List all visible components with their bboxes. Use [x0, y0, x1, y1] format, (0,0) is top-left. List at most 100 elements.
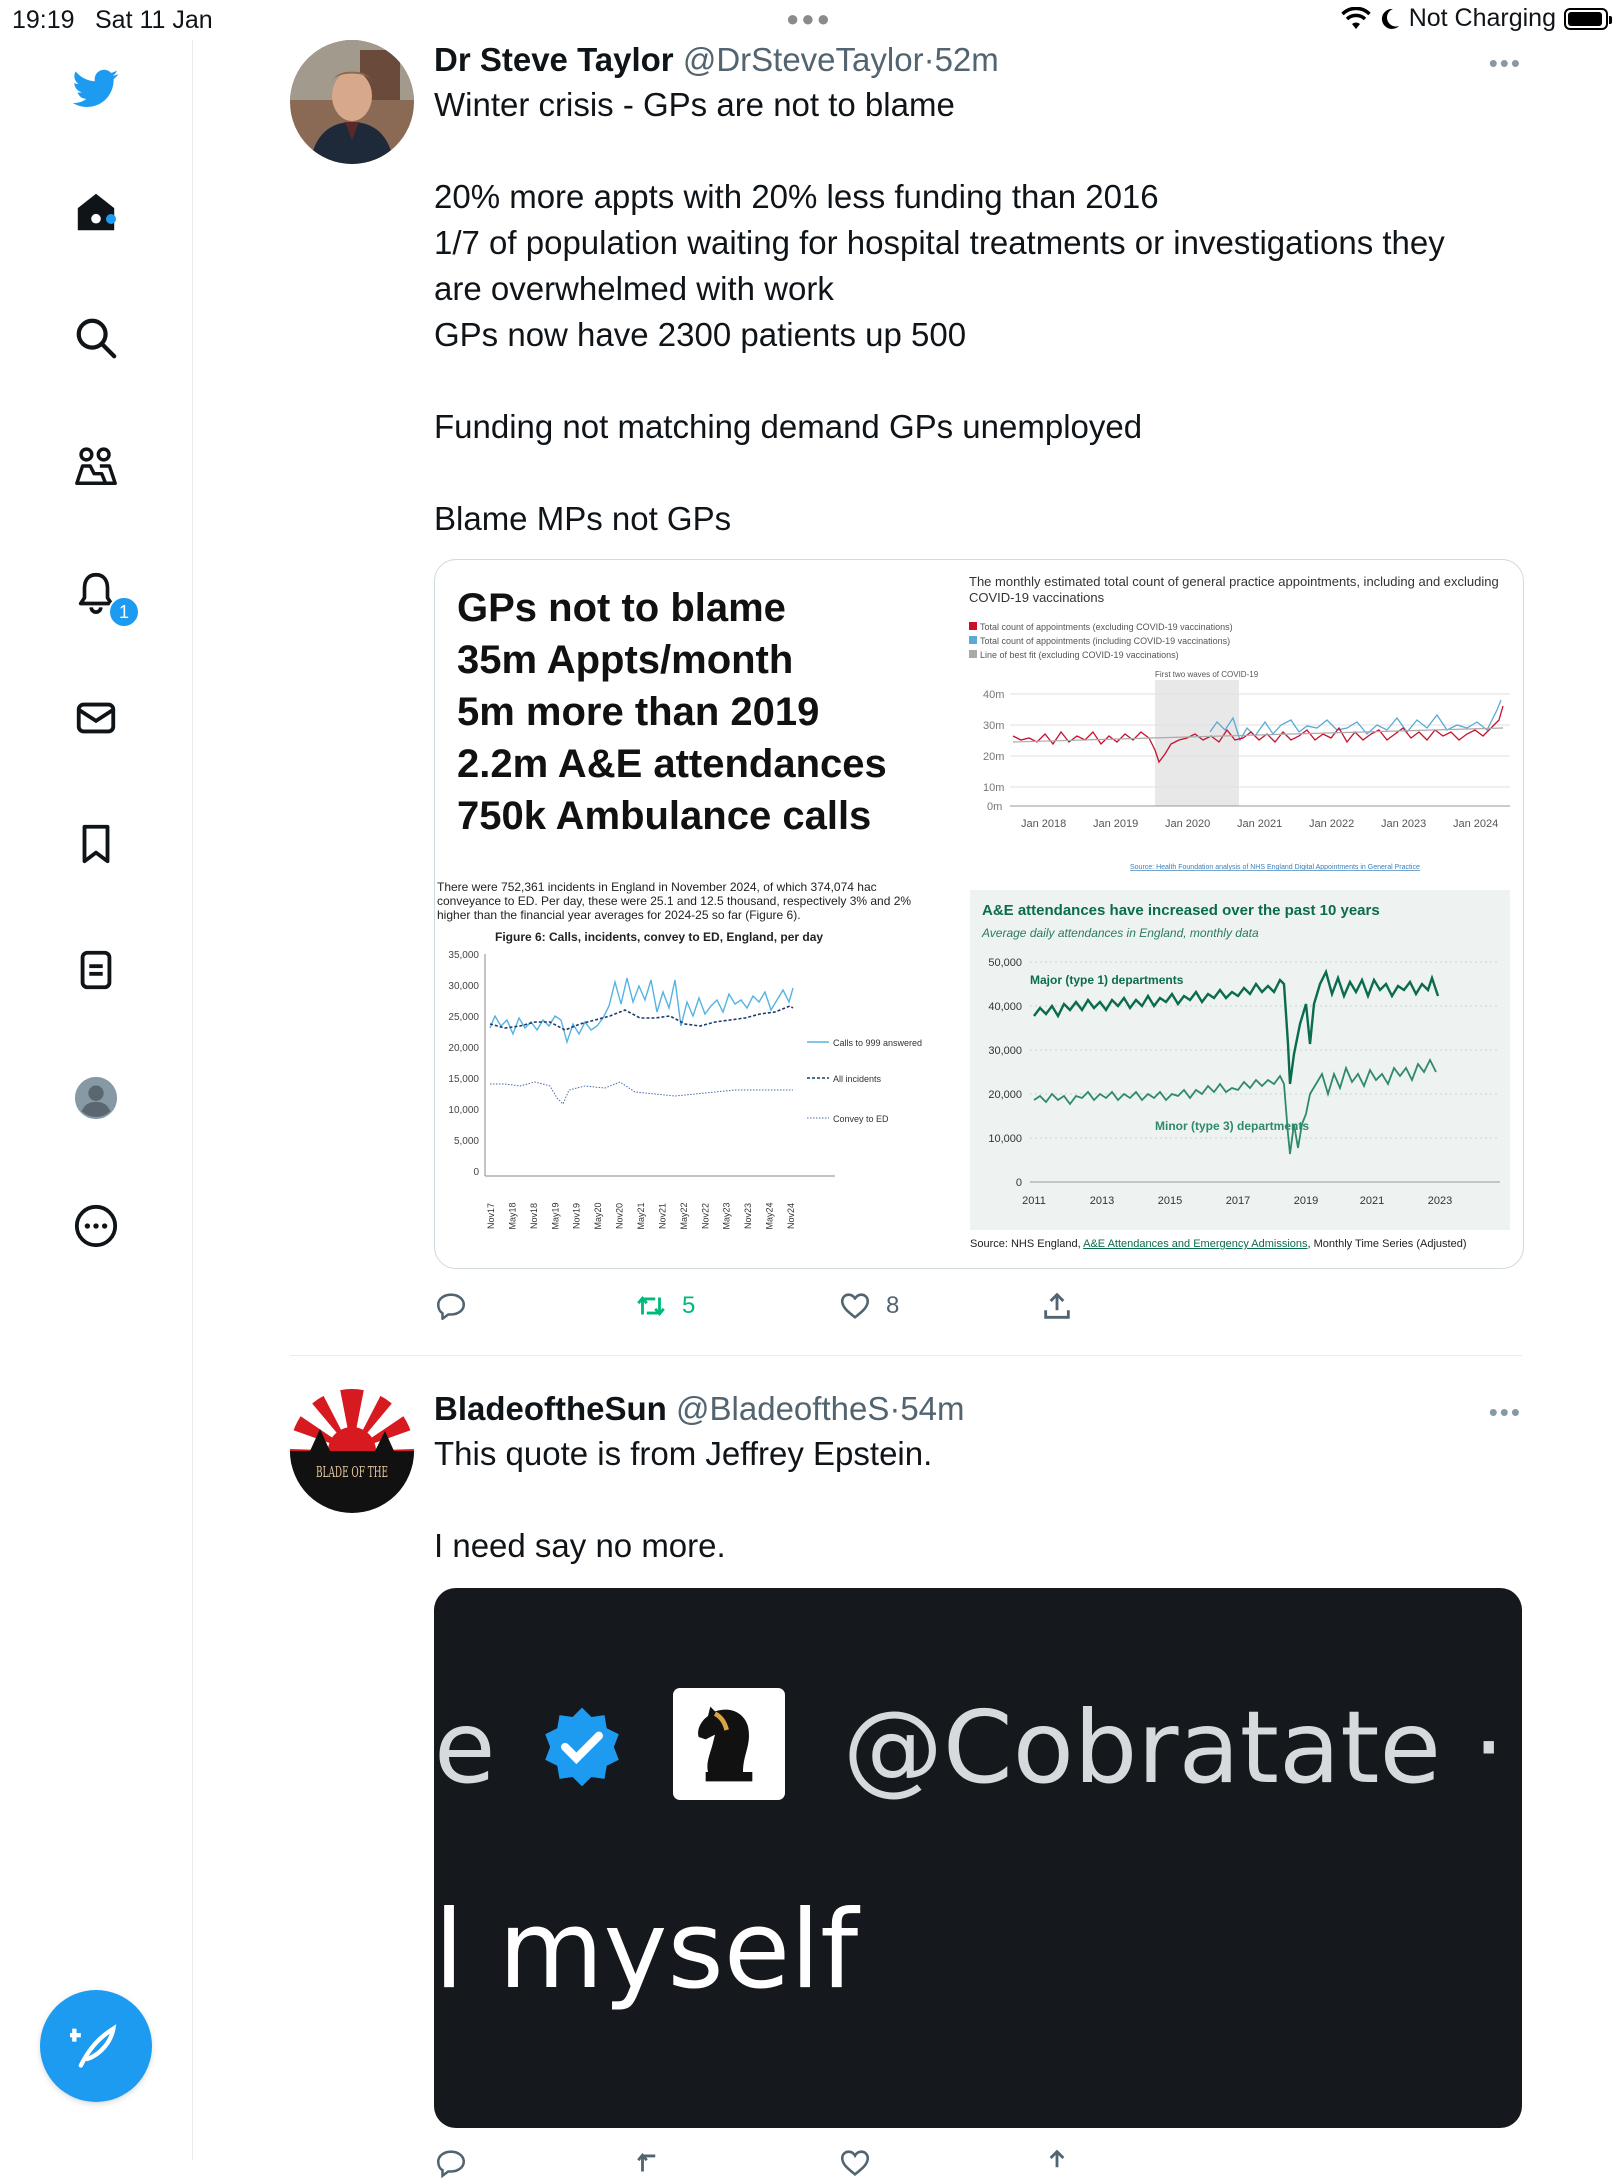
x-tick: Jan 2019 [1093, 818, 1138, 830]
x-tick: May20 [593, 1202, 603, 1229]
search-icon[interactable] [70, 312, 122, 364]
legend-label: Calls to 999 answered [833, 1038, 922, 1048]
x-tick: Nov23 [743, 1203, 753, 1229]
x-tick: 2023 [1428, 1195, 1452, 1207]
x-tick: 2013 [1090, 1195, 1114, 1207]
ambulance-calls-chart: There were 752,361 incidents in England … [435, 880, 945, 1268]
home-new-indicator [106, 214, 116, 224]
battery-icon [1564, 7, 1612, 30]
headline-line: 5m more than 2019 [457, 690, 820, 734]
messages-icon[interactable] [70, 692, 122, 744]
x-tick: Jan 2021 [1237, 818, 1282, 830]
display-name[interactable]: BladeoftheSun [434, 1390, 667, 1427]
like-button[interactable]: 8 [838, 1289, 899, 1323]
profile-icon[interactable] [70, 1072, 122, 1124]
heart-icon [840, 1293, 870, 1319]
avatar-text: BLADE OF THE [316, 1463, 388, 1481]
like-button[interactable] [838, 2146, 872, 2180]
reply-button[interactable] [434, 1289, 482, 1323]
legend-item: Total count of appointments (excluding C… [969, 620, 1233, 634]
chart-subtitle: Average daily attendances in England, mo… [982, 926, 1259, 940]
x-tick: May22 [679, 1202, 689, 1229]
x-tick: Jan 2018 [1021, 818, 1066, 830]
quoted-text: l myself [434, 1888, 859, 2013]
tweet-media-image[interactable]: GPs not to blame 35m Appts/month 5m more… [434, 559, 1524, 1269]
bookmarks-icon[interactable] [70, 818, 122, 870]
reply-icon [436, 2150, 466, 2179]
chart-legend: Total count of appointments (excluding C… [969, 620, 1233, 662]
tweet-body: BladeoftheSun @BladeoftheS·54m ••• This … [434, 1389, 1522, 1569]
share-button[interactable] [1040, 2146, 1074, 2180]
x-tick: Jan 2024 [1453, 818, 1498, 830]
handle[interactable]: @BladeoftheS [676, 1390, 889, 1427]
y-tick: 0 [473, 1167, 479, 1178]
headline-line: 35m Appts/month [457, 638, 794, 682]
chart-source: Source: NHS England, A&E Attendances and… [970, 1238, 1466, 1250]
y-tick: 20,000 [448, 1043, 479, 1054]
retweet-count: 5 [682, 1292, 696, 1319]
retweet-button[interactable]: 5 [634, 1289, 695, 1323]
tweet-line [434, 450, 1522, 496]
compose-tweet-button[interactable] [40, 1990, 152, 2102]
chart-annotation: First two waves of COVID-19 [1155, 670, 1259, 679]
tweet-line: Blame MPs not GPs [434, 500, 732, 537]
x-tick: Nov18 [529, 1203, 539, 1229]
share-icon [1049, 2149, 1065, 2168]
tweet-header: Dr Steve Taylor @DrSteveTaylor·52m [434, 40, 1522, 80]
home-icon[interactable] [70, 186, 122, 238]
more-options-icon[interactable]: ••• [1489, 1397, 1522, 1428]
notification-badge: 1 [108, 596, 140, 628]
twitter-logo-icon[interactable] [70, 62, 122, 114]
communities-icon[interactable] [70, 440, 122, 492]
tweet-line [434, 128, 1522, 174]
x-tick: Nov17 [486, 1203, 496, 1229]
x-tick: 2019 [1294, 1195, 1318, 1207]
y-tick: 15,000 [448, 1074, 479, 1085]
share-button[interactable] [1040, 1289, 1074, 1323]
more-options-icon[interactable]: ••• [1489, 48, 1522, 79]
x-tick: May21 [636, 1202, 646, 1229]
y-tick: 40,000 [988, 1001, 1022, 1013]
avatar[interactable]: BLADE OF THE [290, 1389, 414, 1513]
multitasking-dots-icon[interactable]: ●●● [786, 6, 832, 32]
retweet-icon [637, 1296, 665, 1316]
separator: · [923, 41, 935, 78]
handle[interactable]: @DrSteveTaylor [683, 41, 924, 78]
chart-title: The monthly estimated total count of gen… [969, 574, 1499, 605]
x-tick: Jan 2020 [1165, 818, 1210, 830]
tweet-line: GPs now have 2300 patients up 500 [434, 316, 967, 353]
more-icon[interactable] [70, 1200, 122, 1252]
timestamp[interactable]: 54m [900, 1390, 964, 1427]
source-suffix: , Monthly Time Series (Adjusted) [1307, 1238, 1467, 1250]
y-tick: 30,000 [448, 981, 479, 992]
legend-item: Line of best fit (excluding COVID-19 vac… [969, 648, 1233, 662]
lists-icon[interactable] [70, 944, 122, 996]
battery-level [1568, 11, 1602, 26]
tweet-media-image[interactable]: e @Cobratate · 2 l myself [434, 1588, 1522, 2128]
y-tick: 25,000 [448, 1012, 479, 1023]
legend-label: Line of best fit (excluding COVID-19 vac… [980, 650, 1179, 660]
legend-label: Convey to ED [833, 1114, 889, 1124]
status-time: 19:19 [12, 6, 75, 34]
y-tick: 30m [983, 720, 1004, 732]
quoted-handle: @Cobratate [842, 1689, 1442, 1806]
display-name[interactable]: Dr Steve Taylor [434, 41, 674, 78]
quoted-header: e @Cobratate · 2 [434, 1688, 1522, 1806]
tweet-line: Winter crisis - GPs are not to blame [434, 86, 955, 123]
avatar[interactable] [290, 40, 414, 164]
x-tick: May24 [765, 1202, 775, 1229]
tweet-line: are overwhelmed with work [434, 270, 834, 307]
chess-knight-icon [673, 1688, 786, 1800]
tweet-text: Winter crisis - GPs are not to blame 20%… [434, 82, 1522, 542]
tweet-line: 20% more appts with 20% less funding tha… [434, 178, 1159, 215]
chart-intro: There were 752,361 incidents in England … [437, 880, 912, 922]
y-tick: 50,000 [988, 957, 1022, 969]
retweet-button[interactable] [634, 2146, 668, 2180]
x-axis-ticks: Nov17 May18 Nov18 May19 Nov19 May20 Nov20 May21… [486, 1202, 796, 1229]
source-link[interactable]: A&E Attendances and Emergency Admissions [1083, 1238, 1307, 1250]
tweet-line [434, 358, 1522, 404]
timestamp[interactable]: 52m [935, 41, 999, 78]
tweet-text: This quote is from Jeffrey Epstein. I ne… [434, 1431, 1522, 1569]
tweet-header: BladeoftheSun @BladeoftheS·54m [434, 1389, 1522, 1429]
reply-button[interactable] [434, 2146, 468, 2180]
